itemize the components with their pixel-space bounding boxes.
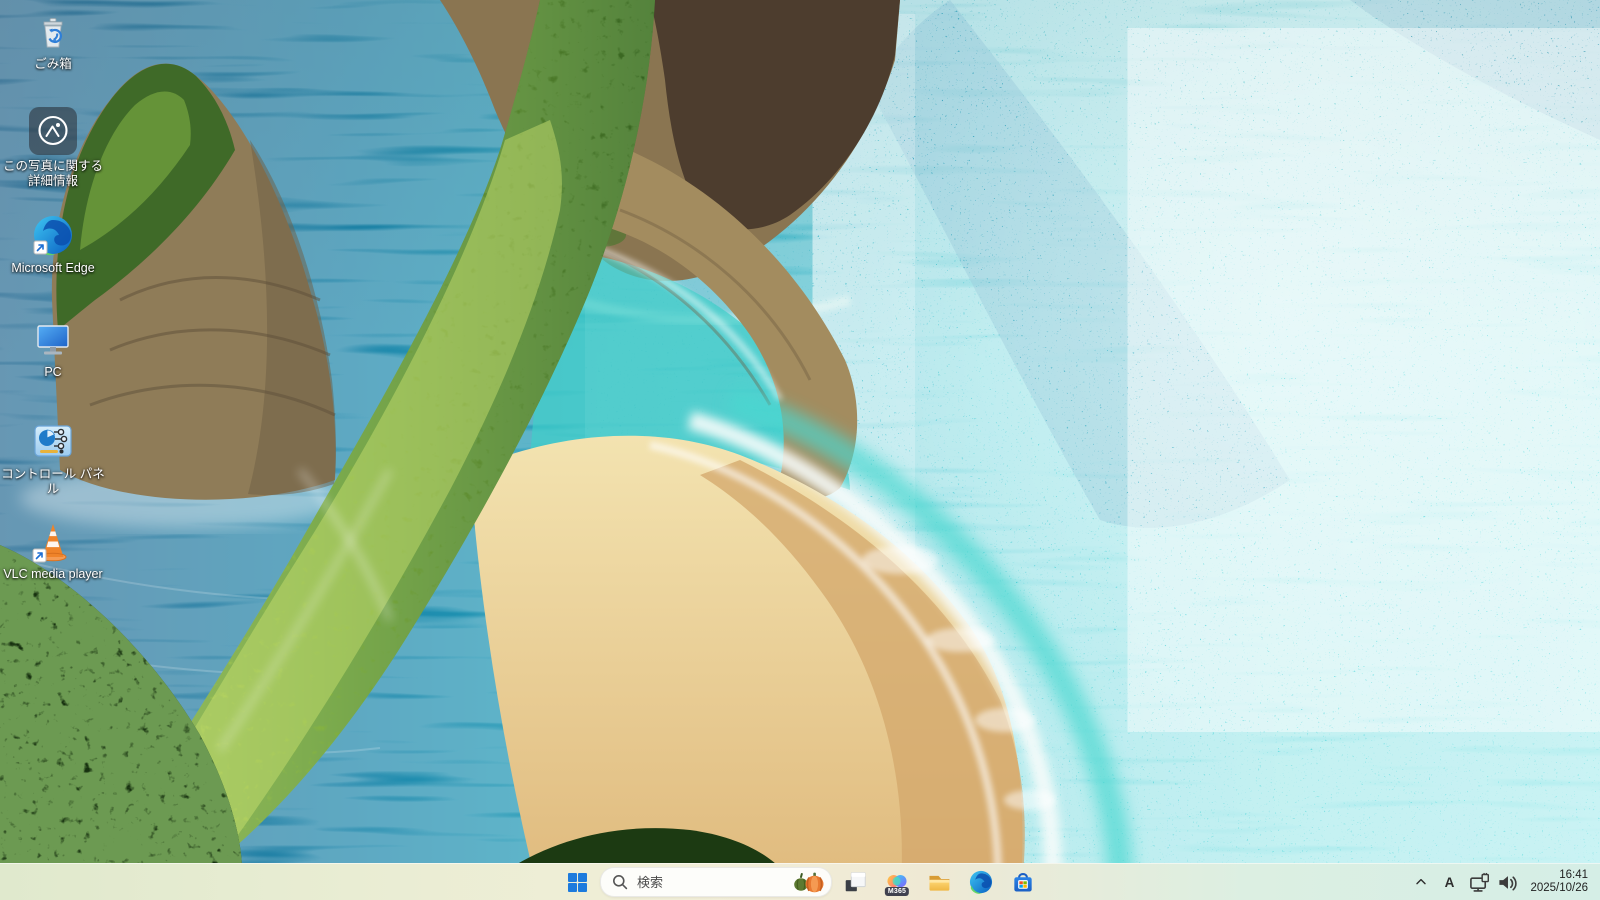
pumpkin-search-highlight-icon [794,872,824,893]
start-button[interactable] [558,867,596,897]
volume-icon [1499,875,1518,890]
ime-mode-button[interactable]: A [1435,867,1463,897]
edge-icon [30,212,76,258]
photo-info-icon [28,106,78,156]
network-volume-button[interactable] [1464,867,1523,897]
desktop-icon-recycle-bin[interactable]: ごみ箱 [0,10,106,72]
ime-mode-label: A [1444,874,1455,890]
vlc-icon [30,518,76,564]
desktop-icon-label: VLC media player [3,567,103,581]
desktop-icon-vlc[interactable]: VLC media player [0,518,106,582]
desktop-icon-label: ごみ箱 [34,57,72,71]
taskbar-pinned-m365-copilot[interactable]: M365 [878,867,916,897]
clock-time: 16:41 [1559,868,1588,881]
pc-icon [31,318,75,362]
clock[interactable]: 16:41 2025/10/26 [1524,867,1594,897]
taskbar-pinned-store[interactable] [1004,867,1042,897]
chevron-up-icon [1416,878,1427,885]
recycle-bin-icon [31,10,75,54]
desktop: ごみ箱 この写真に関する詳細情報 Microsoft Edge PC コントロー… [0,0,1600,900]
desktop-icon-microsoft-edge[interactable]: Microsoft Edge [0,212,106,276]
desktop-icon-pc[interactable]: PC [0,318,106,380]
desktop-icon-label: Microsoft Edge [11,261,95,275]
taskbar-pinned-window-app[interactable] [836,867,874,897]
edge-taskbar-icon [969,870,993,894]
search-box[interactable] [600,867,832,897]
windows-logo-icon [567,872,587,892]
file-explorer-icon [929,875,950,891]
control-panel-icon [30,418,76,464]
wallpaper [0,0,1600,900]
taskbar: M365 [0,863,1600,900]
tray-overflow-button[interactable] [1408,867,1434,897]
taskbar-pinned-edge[interactable] [962,867,1000,897]
search-icon [613,875,628,890]
taskbar-pinned-file-explorer[interactable] [920,867,958,897]
desktop-icon-control-panel[interactable]: コントロール パネル [0,418,106,497]
system-tray: A 16:41 2025/10/26 [1408,864,1594,900]
clock-date: 2025/10/26 [1530,882,1588,894]
desktop-icon-label: この写真に関する詳細情報 [2,159,103,188]
search-input[interactable] [635,873,785,891]
desktop-icon-label: PC [44,365,62,379]
desktop-icon-label: コントロール パネル [1,467,105,496]
desktop-icon-photo-info[interactable]: この写真に関する詳細情報 [0,106,106,189]
network-icon [1470,872,1490,892]
m365-badge: M365 [884,887,910,896]
window-stack-icon [845,872,866,892]
microsoft-store-icon [1014,873,1032,892]
